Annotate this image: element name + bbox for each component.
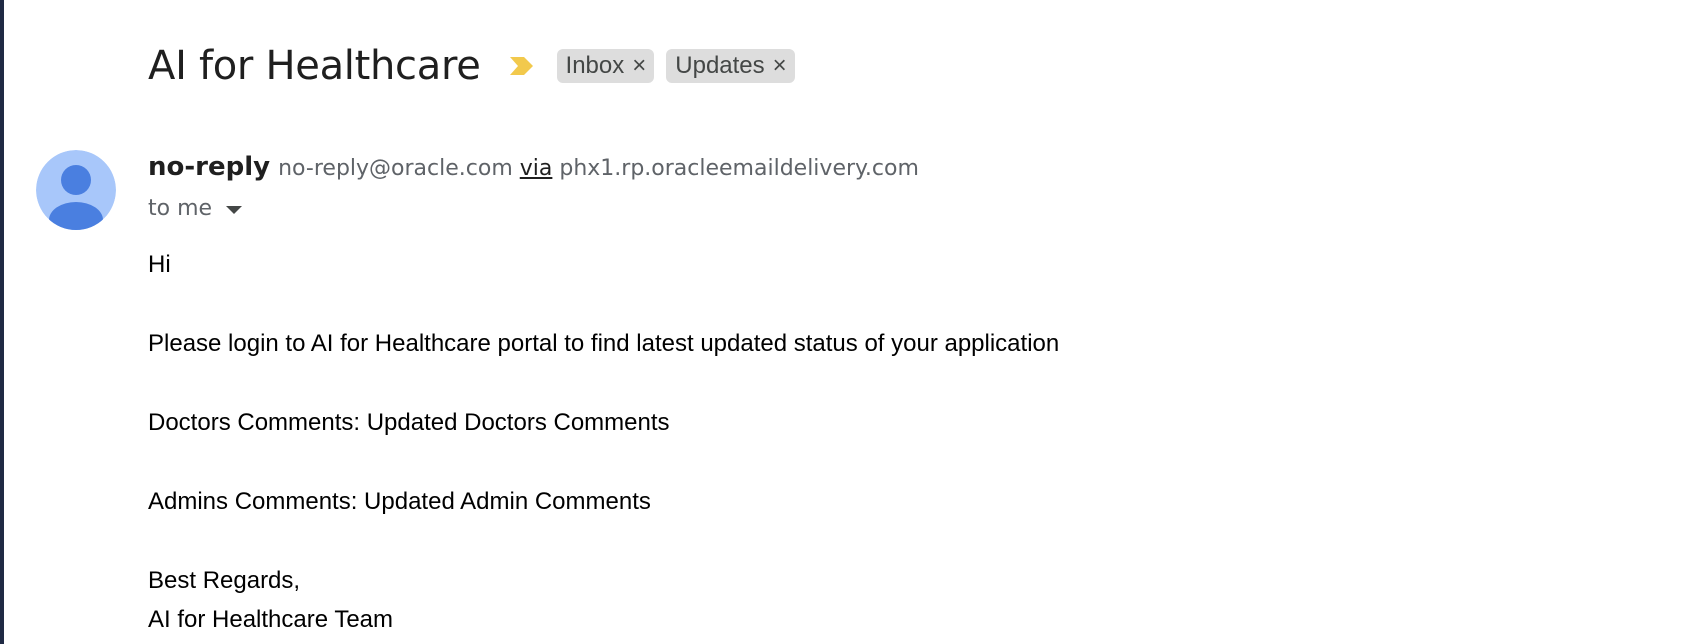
window-edge [0, 0, 4, 644]
importance-marker-icon[interactable] [509, 55, 535, 77]
label-chip-text: Updates [675, 52, 765, 79]
doctors-comments: Doctors Comments: Updated Doctors Commen… [148, 409, 670, 436]
sender-avatar[interactable] [36, 150, 116, 230]
remove-label-updates-close-icon[interactable]: × [773, 54, 787, 78]
recipient-text: to me [148, 196, 213, 221]
email-greeting: Hi [148, 251, 171, 278]
sender-name[interactable]: no-reply [148, 152, 270, 182]
subject-row: AI for Healthcare Inbox × Updates × [148, 38, 807, 94]
email-paragraph: Please login to AI for Healthcare portal… [148, 330, 1060, 357]
chevron-down-icon[interactable] [226, 205, 243, 214]
label-chip-text: Inbox [565, 52, 625, 79]
sender-line: no-reply no-reply@oracle.com via phx1.rp… [148, 152, 919, 182]
remove-label-inbox-close-icon[interactable]: × [632, 54, 646, 78]
label-chip-inbox: Inbox × [556, 49, 655, 83]
label-chip-updates: Updates × [666, 49, 795, 83]
default-avatar-icon [36, 150, 116, 230]
email-closing: Best Regards, [148, 567, 301, 594]
via-domain: phx1.rp.oracleemaildelivery.com [559, 156, 919, 181]
recipient-details-toggle[interactable]: to me [148, 196, 243, 221]
email-signature: AI for Healthcare Team [148, 606, 394, 633]
via-link[interactable]: via [520, 156, 553, 181]
email-subject: AI for Healthcare [148, 43, 481, 89]
sender-email: no-reply@oracle.com [278, 156, 513, 181]
admins-comments: Admins Comments: Updated Admin Comments [148, 488, 651, 515]
